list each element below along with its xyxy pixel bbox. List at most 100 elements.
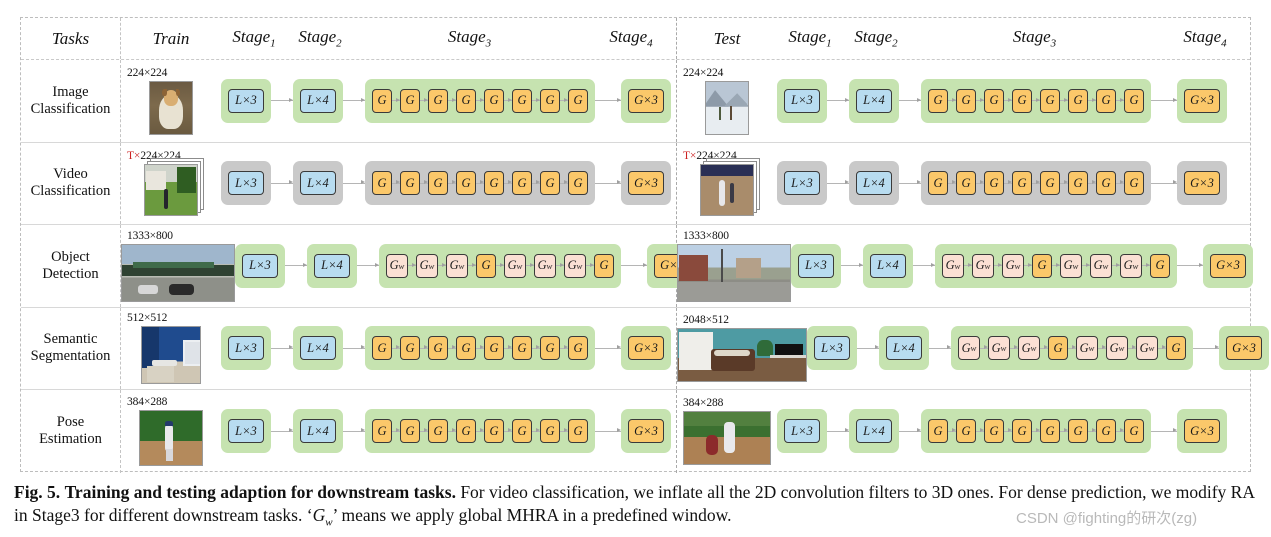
header-cell-train-stage4: Stage4 <box>586 27 676 49</box>
connector-arrow <box>408 262 416 267</box>
test-resolution-label: 1333×800 <box>683 230 729 242</box>
test-resolution-label: T×224×224 <box>683 150 737 162</box>
block-local-stage2: L×4 <box>300 171 336 196</box>
caption-inline-symbol: Gw <box>312 505 333 529</box>
train-pipeline: T×224×224 L×3 L×4 G G G G G G G G G×3 <box>121 143 676 225</box>
connector-arrow <box>271 180 293 185</box>
connector-arrow <box>285 262 307 267</box>
task-name-cell: Object Detection <box>21 225 121 307</box>
header-cell-test-stage2: Stage2 <box>843 27 909 49</box>
block-stage3-8: G <box>1124 171 1144 196</box>
connector-arrow <box>899 428 921 433</box>
test-resolution-label: 224×224 <box>683 67 723 79</box>
thumbnail-shape-car2 <box>169 283 194 296</box>
train-stage2-group: L×4 <box>293 161 343 206</box>
block-stage3-8: G <box>1166 336 1186 361</box>
connector-arrow <box>476 345 484 350</box>
block-stage3-7: G <box>540 336 560 361</box>
block-stage3-8: G <box>1124 88 1144 113</box>
block-stage3-7: G <box>540 419 560 444</box>
block-stage3-4: G <box>456 336 476 361</box>
table-body: Image Classification 224×224 L×3 L×4 G G G G G G G G… <box>21 60 1269 473</box>
thumbnail-image <box>139 410 203 467</box>
connector-arrow <box>560 180 568 185</box>
thumbnail-shape-cap <box>165 420 173 426</box>
thumbnail-image <box>121 243 235 302</box>
connector-arrow <box>1032 97 1040 102</box>
block-local-stage1: L×3 <box>798 253 834 278</box>
task-name-cell: Semantic Segmentation <box>21 307 121 389</box>
thumbnail-shape-train <box>133 261 214 269</box>
connector-arrow <box>560 97 568 102</box>
block-local-stage1: L×3 <box>814 336 850 361</box>
connector-arrow <box>1177 262 1203 267</box>
connector-arrow <box>476 180 484 185</box>
block-stage3-3: Gw <box>1002 253 1024 278</box>
header-cell-tasks: Tasks <box>21 18 121 59</box>
resolution-value: 2048×512 <box>683 314 729 327</box>
connector-arrow <box>980 345 988 350</box>
connector-arrow <box>1024 262 1032 267</box>
block-stage3-4: G <box>1012 171 1032 196</box>
thumbnail-shape-road <box>678 281 790 301</box>
train-cell: 1333×800 L×3 L×4 Gw Gw Gw G Gw Gw Gw G G×3 <box>121 225 697 307</box>
connector-arrow <box>343 97 365 102</box>
block-local-stage2: L×4 <box>886 336 922 361</box>
connector-arrow <box>948 180 956 185</box>
thumbnail-image <box>677 328 807 383</box>
block-stage3-6: G <box>512 88 532 113</box>
block-stage3-5: Gw <box>1076 336 1098 361</box>
connector-arrow <box>420 97 428 102</box>
connector-arrow <box>448 97 456 102</box>
test-stage3-group: GGGGGGGG <box>921 409 1151 454</box>
block-stage3-6: G <box>512 336 532 361</box>
test-stage-sequence: L×3 L×4 Gw Gw Gw G Gw Gw Gw G G×3 <box>791 225 1257 307</box>
connector-arrow <box>1004 97 1012 102</box>
block-global-stage4: G×3 <box>1184 419 1220 444</box>
block-stage3-2: G <box>400 88 420 113</box>
train-cell: 224×224 L×3 L×4 G G G G G G G G G×3 <box>121 60 677 142</box>
block-stage3-1: G <box>928 419 948 444</box>
block-stage3-6: G <box>512 171 532 196</box>
block-stage3-4: G <box>1048 336 1068 361</box>
connector-arrow <box>1112 262 1120 267</box>
thumbnail-shape-p1 <box>718 106 722 121</box>
thumbnail-shape-mnt2 <box>723 93 748 107</box>
table-row: Image Classification 224×224 L×3 L×4 G G G G G G G G… <box>21 60 1250 143</box>
test-pipeline: 224×224 L×3 L×4 G G G G G G G G G×3 <box>677 60 1250 142</box>
thumbnail-shape-ear1 <box>162 88 167 97</box>
task-label-line1: Pose <box>56 414 85 431</box>
block-local-stage2: L×4 <box>856 419 892 444</box>
connector-arrow <box>448 345 456 350</box>
block-stage3-3: G <box>984 171 1004 196</box>
train-stage4-group: G×3 <box>621 326 671 371</box>
block-stage3-3: G <box>428 88 448 113</box>
train-resolution-label: 384×288 <box>127 396 167 408</box>
thumbnail-shape-bldg2 <box>736 258 761 279</box>
thumbnail-shape-pillow <box>713 350 750 357</box>
connector-arrow <box>595 180 621 185</box>
connector-arrow <box>1128 345 1136 350</box>
block-stage3-4: G <box>1012 88 1032 113</box>
block-stage3-4: G <box>456 171 476 196</box>
train-stage1-group: L×3 <box>221 161 271 206</box>
header-cell-test-stage3: Stage3 <box>909 27 1160 49</box>
train-pipeline: 1333×800 L×3 L×4 Gw Gw Gw G Gw Gw Gw G G×3 <box>121 225 697 307</box>
connector-arrow <box>1004 180 1012 185</box>
thumbnail-shape-per2 <box>729 183 735 204</box>
connector-arrow <box>357 262 379 267</box>
resolution-value: 224×224 <box>683 66 724 79</box>
block-stage3-5: G <box>484 419 504 444</box>
connector-arrow <box>827 428 849 433</box>
test-stage2-group: L×4 <box>849 161 899 206</box>
header-cell-train-stage1: Stage1 <box>221 27 287 49</box>
task-label-line2: Detection <box>42 265 99 282</box>
thumbnail-shape-desk <box>770 355 806 358</box>
test-stage-sequence: L×3 L×4 G G G G G G G G G×3 <box>777 390 1250 473</box>
task-label-line1: Semantic <box>43 331 98 348</box>
block-stage3-3: Gw <box>1018 336 1040 361</box>
connector-arrow <box>420 428 428 433</box>
train-pipeline: 512×512 L×3 L×4 G G G G G G G G G×3 <box>121 308 676 390</box>
test-input-cell: 1333×800 <box>677 225 791 307</box>
block-stage3-7: G <box>1096 419 1116 444</box>
